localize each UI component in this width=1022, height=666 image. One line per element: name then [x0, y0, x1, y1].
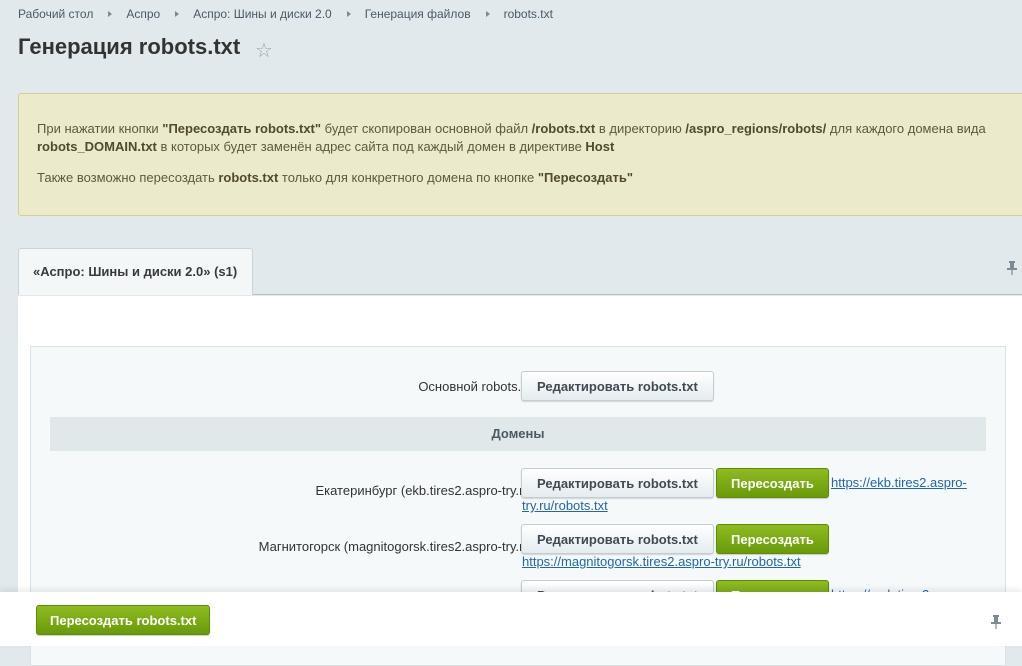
notice-bold: Host — [585, 139, 615, 154]
info-notice: При нажатии кнопки "Пересоздать robots.t… — [18, 93, 1022, 216]
main-robots-label: Основной robots.txt — [418, 379, 535, 394]
domain-label: Екатеринбург (ekb.tires2.aspro-try.ru) — [315, 483, 535, 498]
chevron-right-icon — [175, 11, 180, 17]
breadcrumb-item-module[interactable]: Аспро: Шины и диски 2.0 — [193, 7, 332, 21]
notice-text: только для конкретного домена по кнопке — [278, 170, 538, 185]
domain-row: Екатеринбург (ekb.tires2.aspro-try.ru) Р… — [31, 468, 1005, 518]
pin-icon[interactable] — [990, 614, 1002, 635]
notice-paragraph-2: Также возможно пересоздать robots.txt то… — [37, 169, 1009, 187]
notice-text: в директорию — [595, 121, 686, 136]
recreate-robots-button[interactable]: Пересоздать robots.txt — [36, 605, 211, 635]
footer-bar: Пересоздать robots.txt — [0, 592, 1022, 646]
notice-bold: "Пересоздать" — [537, 170, 634, 185]
tab-site-s1[interactable]: «Аспро: Шины и диски 2.0» (s1) — [18, 248, 253, 295]
domain-robots-link-cont[interactable]: try.ru/robots.txt — [522, 494, 608, 517]
notice-bold: robots.txt — [218, 170, 279, 185]
chevron-right-icon — [108, 11, 113, 17]
domain-row: Магнитогорск (magnitogorsk.tires2.aspro-… — [31, 524, 1005, 574]
chevron-right-icon — [485, 11, 490, 17]
notice-text: для каждого домена вида — [826, 121, 986, 136]
notice-paragraph-1: При нажатии кнопки "Пересоздать robots.t… — [37, 120, 1009, 156]
domains-header: Домены — [50, 417, 986, 451]
page-title: Генерация robots.txt — [18, 34, 241, 59]
notice-text: в которых будет заменён адрес сайта под … — [156, 139, 586, 154]
notice-bold: /aspro_regions/robots/ — [685, 121, 827, 136]
breadcrumb-item-aspro[interactable]: Аспро — [126, 7, 160, 21]
breadcrumb: Рабочий стол Аспро Аспро: Шины и диски 2… — [18, 7, 553, 21]
notice-bold: "Пересоздать robots.txt" — [162, 121, 322, 136]
notice-text: будет скопирован основной файл — [321, 121, 532, 136]
pin-icon[interactable] — [1006, 260, 1018, 281]
tab-bar: «Аспро: Шины и диски 2.0» (s1) — [18, 247, 1022, 295]
domain-label: Магнитогорск (magnitogorsk.tires2.aspro-… — [258, 539, 535, 554]
breadcrumb-item-robots[interactable]: robots.txt — [504, 7, 553, 21]
edit-main-robots-button[interactable]: Редактировать robots.txt — [521, 371, 714, 401]
breadcrumb-item-file-generation[interactable]: Генерация файлов — [365, 7, 471, 21]
notice-text: При нажатии кнопки — [37, 121, 163, 136]
main-robots-row: Основной robots.txt Редактировать robots… — [31, 371, 1005, 401]
chevron-right-icon — [346, 11, 351, 17]
recreate-button[interactable]: Пересоздать — [716, 468, 829, 498]
domain-robots-link[interactable]: https://magnitogorsk.tires2.aspro-try.ru… — [522, 550, 801, 573]
notice-bold: robots_DOMAIN.txt — [37, 139, 157, 154]
domain-robots-link[interactable]: https://ekb.tires2.aspro- — [831, 471, 967, 494]
notice-text: Также возможно пересоздать — [37, 170, 219, 185]
notice-bold: /robots.txt — [531, 121, 596, 136]
star-icon[interactable]: ☆ — [255, 38, 273, 63]
breadcrumb-item-desktop[interactable]: Рабочий стол — [18, 7, 93, 21]
